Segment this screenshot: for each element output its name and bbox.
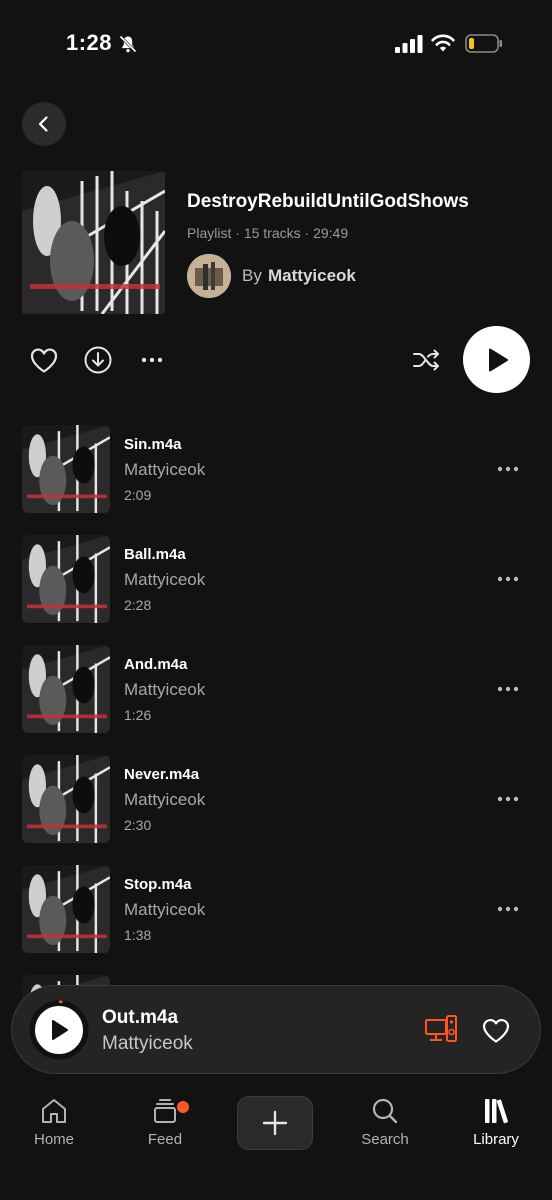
owner-name[interactable]: Mattyiceok: [268, 266, 356, 286]
playlist-cover-art: [22, 171, 165, 314]
track-title: Never.m4a: [124, 766, 200, 783]
feed-icon: [154, 1099, 176, 1123]
devices-icon[interactable]: [424, 1014, 458, 1044]
status-bar: 1:28: [0, 0, 552, 90]
track-duration: 1:26: [124, 707, 152, 723]
track-artist: Mattyiceok: [124, 790, 206, 809]
more-icon: [497, 466, 519, 472]
track-duration: 2:28: [124, 597, 152, 613]
track-title: Sin.m4a: [124, 436, 182, 453]
track-artist: Mattyiceok: [124, 570, 206, 589]
track-artwork: [22, 865, 110, 953]
owner-by-label: By: [242, 266, 262, 285]
now-playing-title: Out.m4a: [102, 1007, 179, 1028]
tab-feed-label: Feed: [147, 1131, 183, 1148]
playlist-duration: 29:49: [313, 225, 349, 241]
playlist-title: DestroyRebuildUntilGodShows: [187, 191, 469, 212]
playlist-meta: Playlist · 15 tracks · 29:49: [187, 225, 348, 241]
track-artwork: [22, 755, 110, 843]
track-row[interactable]: Stop.m4a Mattyiceok 1:38: [0, 865, 552, 955]
like-button[interactable]: [26, 342, 62, 378]
search-icon: [372, 1098, 398, 1124]
track-row[interactable]: And.m4a Mattyiceok 1:26: [0, 645, 552, 735]
track-artist: Mattyiceok: [124, 900, 206, 919]
bell-off-icon: [119, 35, 137, 53]
library-icon: [485, 1099, 508, 1124]
play-icon: [488, 347, 508, 372]
track-duration: 2:09: [124, 487, 152, 503]
playlist-track-count: 15 tracks: [243, 225, 301, 241]
tab-home-label: Home: [33, 1131, 74, 1148]
download-button[interactable]: [80, 342, 116, 378]
track-artist: Mattyiceok: [124, 680, 206, 699]
now-playing-bar[interactable]: Out.m4a Mattyiceok: [11, 985, 541, 1074]
download-icon: [84, 346, 112, 374]
track-artwork: [22, 425, 110, 513]
track-more-button[interactable]: [492, 567, 524, 591]
battery-low-icon: [465, 34, 502, 53]
track-duration: 1:38: [124, 927, 152, 943]
track-title: Stop.m4a: [124, 876, 192, 893]
wifi-icon: [431, 34, 455, 52]
back-button[interactable]: [22, 102, 66, 146]
track-more-button[interactable]: [492, 677, 524, 701]
feed-notification-badge: [177, 1101, 189, 1113]
track-title: And.m4a: [124, 656, 188, 673]
track-artwork: [22, 645, 110, 733]
meta-separator: ·: [304, 225, 314, 241]
track-more-button[interactable]: [492, 897, 524, 921]
track-artist: Mattyiceok: [124, 460, 206, 479]
track-row[interactable]: Sin.m4a Mattyiceok 2:09: [0, 425, 552, 515]
track-artwork: [22, 535, 110, 623]
track-duration: 2:30: [124, 817, 152, 833]
play-icon: [52, 1020, 68, 1040]
tab-library[interactable]: Library: [446, 1095, 546, 1148]
more-icon: [497, 576, 519, 582]
signal-icon: [395, 35, 423, 53]
now-playing-artist: Mattyiceok: [102, 1033, 193, 1054]
chevron-left-icon: [38, 116, 48, 132]
more-icon: [497, 796, 519, 802]
plus-icon: [262, 1110, 288, 1136]
tab-library-label: Library: [473, 1131, 519, 1148]
shuffle-icon: [413, 349, 439, 371]
more-icon: [141, 357, 163, 363]
tab-search-label: Search: [361, 1131, 409, 1148]
track-more-button[interactable]: [492, 787, 524, 811]
more-icon: [497, 686, 519, 692]
shuffle-button[interactable]: [408, 342, 444, 378]
owner-avatar[interactable]: [187, 254, 231, 298]
heart-icon[interactable]: [480, 1015, 512, 1045]
track-title: Ball.m4a: [124, 546, 186, 563]
heart-icon: [30, 348, 58, 373]
tab-home[interactable]: Home: [4, 1095, 104, 1148]
tab-bar: Home Feed Search Library: [0, 1085, 552, 1200]
add-button[interactable]: [237, 1096, 313, 1150]
playlist-type: Playlist: [187, 225, 232, 241]
more-icon: [497, 906, 519, 912]
track-row[interactable]: Ball.m4a Mattyiceok 2:28: [0, 535, 552, 625]
mini-play-button[interactable]: [32, 1003, 86, 1057]
status-time: 1:28: [66, 30, 113, 55]
meta-separator: ·: [235, 225, 244, 241]
play-button[interactable]: [463, 326, 530, 393]
more-options-button[interactable]: [134, 342, 170, 378]
track-row[interactable]: Never.m4a Mattyiceok 2:30: [0, 755, 552, 845]
tab-search[interactable]: Search: [335, 1095, 435, 1148]
home-icon: [42, 1099, 66, 1123]
tab-feed[interactable]: Feed: [115, 1095, 215, 1148]
track-more-button[interactable]: [492, 457, 524, 481]
